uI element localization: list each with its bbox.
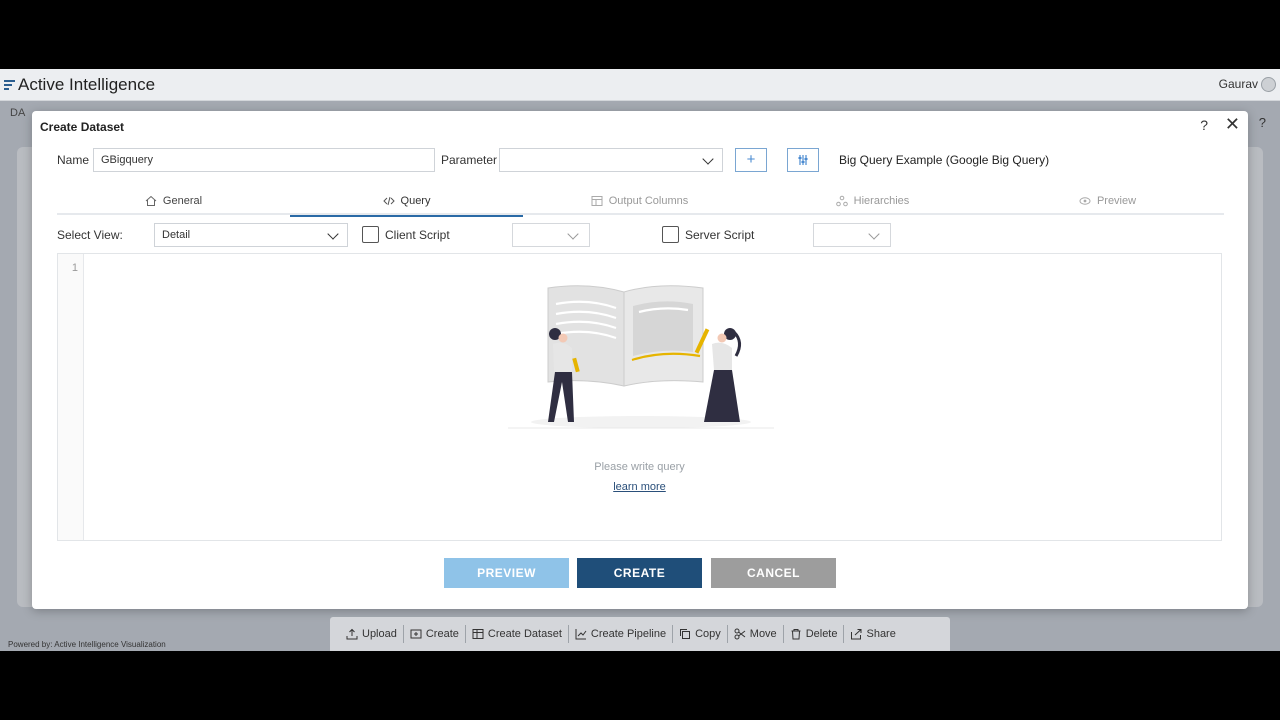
empty-query-hint: Please write query [594, 461, 685, 473]
app-screen: Active Intelligence Gaurav DA ? Create D… [0, 69, 1280, 651]
create-dataset-toolbar-button[interactable]: Create Dataset [466, 625, 569, 643]
chart-icon [575, 629, 587, 640]
tab-query-label: Query [400, 195, 431, 207]
avatar[interactable] [1261, 77, 1276, 92]
upload-button[interactable]: Upload [340, 625, 404, 643]
tab-output-columns-label: Output Columns [608, 195, 689, 207]
line-number: 1 [71, 262, 78, 274]
select-view-value: Detail [162, 229, 191, 241]
query-options-row: Select View: Detail Client Script Server… [57, 223, 1224, 247]
dialog-title: Create Dataset [40, 120, 125, 134]
tab-general[interactable]: General [57, 187, 290, 215]
create-button[interactable]: CREATE [577, 558, 702, 588]
user-name[interactable]: Gaurav [1219, 77, 1258, 91]
client-script-select[interactable] [512, 223, 590, 247]
share-icon [851, 629, 862, 640]
copy-icon [680, 629, 691, 639]
settings-button[interactable] [787, 148, 819, 172]
chevron-down-icon [567, 228, 579, 240]
parameter-label: Parameter [441, 153, 498, 167]
tab-preview[interactable]: Preview [991, 187, 1224, 215]
menu-icon[interactable] [4, 79, 16, 91]
upload-icon [346, 628, 358, 640]
create-icon [410, 629, 422, 639]
help-icon[interactable]: ? [1200, 117, 1208, 133]
tab-output-columns[interactable]: Output Columns [523, 187, 756, 215]
dataset-header-row: Name Parameter + Big Query Example (Goog… [57, 148, 1237, 172]
server-script-checkbox[interactable] [662, 226, 679, 243]
name-input[interactable] [93, 148, 435, 172]
delete-button[interactable]: Delete [784, 625, 845, 643]
client-script-label: Client Script [385, 228, 450, 242]
select-view-label: Select View: [57, 228, 123, 242]
query-editor[interactable]: 1 Please write query learn more [57, 253, 1222, 541]
tab-hierarchies[interactable]: Hierarchies [756, 187, 989, 215]
background-help-icon: ? [1258, 115, 1266, 130]
hierarchy-icon [835, 195, 848, 207]
chevron-down-icon [327, 228, 339, 240]
sliders-icon [798, 155, 808, 165]
chevron-down-icon [702, 153, 714, 165]
server-script-label: Server Script [685, 228, 755, 242]
select-view-dropdown[interactable]: Detail [154, 223, 348, 247]
line-gutter: 1 [58, 254, 84, 540]
scissors-icon [734, 628, 746, 640]
app-title: Active Intelligence [18, 74, 156, 94]
code-icon [382, 196, 395, 206]
tab-preview-label: Preview [1096, 195, 1137, 207]
table-icon [472, 629, 484, 639]
tab-query[interactable]: Query [290, 187, 523, 217]
share-button[interactable]: Share [844, 625, 901, 643]
delete-label: Delete [805, 628, 838, 640]
create-label: Create [425, 628, 459, 640]
home-icon [145, 195, 157, 206]
copy-button[interactable]: Copy [673, 625, 728, 643]
parameter-select[interactable] [499, 148, 723, 172]
app-header: Active Intelligence Gaurav [0, 69, 1280, 101]
create-dataset-label: Create Dataset [487, 628, 562, 640]
chevron-down-icon [868, 228, 880, 240]
bottom-toolbar: Upload Create Create Dataset Create Pipe… [330, 617, 950, 651]
tab-bar: General Query Output Columns Hierarchies… [57, 187, 1224, 217]
share-label: Share [866, 628, 896, 640]
powered-by-footer: Powered by: Active Intelligence Visualiz… [8, 640, 166, 649]
server-script-select[interactable] [813, 223, 891, 247]
tab-hierarchies-label: Hierarchies [853, 195, 910, 207]
name-label: Name [57, 153, 90, 167]
client-script-checkbox[interactable] [362, 226, 379, 243]
cancel-button[interactable]: CANCEL [711, 558, 836, 588]
empty-state-illustration [508, 285, 774, 429]
tab-general-label: General [162, 195, 203, 207]
create-pipeline-label: Create Pipeline [590, 628, 667, 640]
move-label: Move [749, 628, 777, 640]
eye-icon [1079, 197, 1091, 205]
create-pipeline-button[interactable]: Create Pipeline [569, 625, 674, 643]
upload-label: Upload [362, 628, 397, 640]
table-icon [591, 196, 603, 206]
move-button[interactable]: Move [728, 625, 784, 643]
create-dataset-dialog: Create Dataset ? ✕ Name Parameter + [32, 111, 1248, 609]
close-icon[interactable]: ✕ [1225, 115, 1240, 133]
learn-more-link[interactable]: learn more [613, 481, 666, 493]
preview-button[interactable]: PREVIEW [444, 558, 569, 588]
add-parameter-button[interactable]: + [735, 148, 767, 172]
trash-icon [791, 629, 801, 640]
create-toolbar-button[interactable]: Create [404, 625, 466, 643]
datasource-label: Big Query Example (Google Big Query) [839, 153, 1050, 167]
copy-label: Copy [695, 628, 721, 640]
